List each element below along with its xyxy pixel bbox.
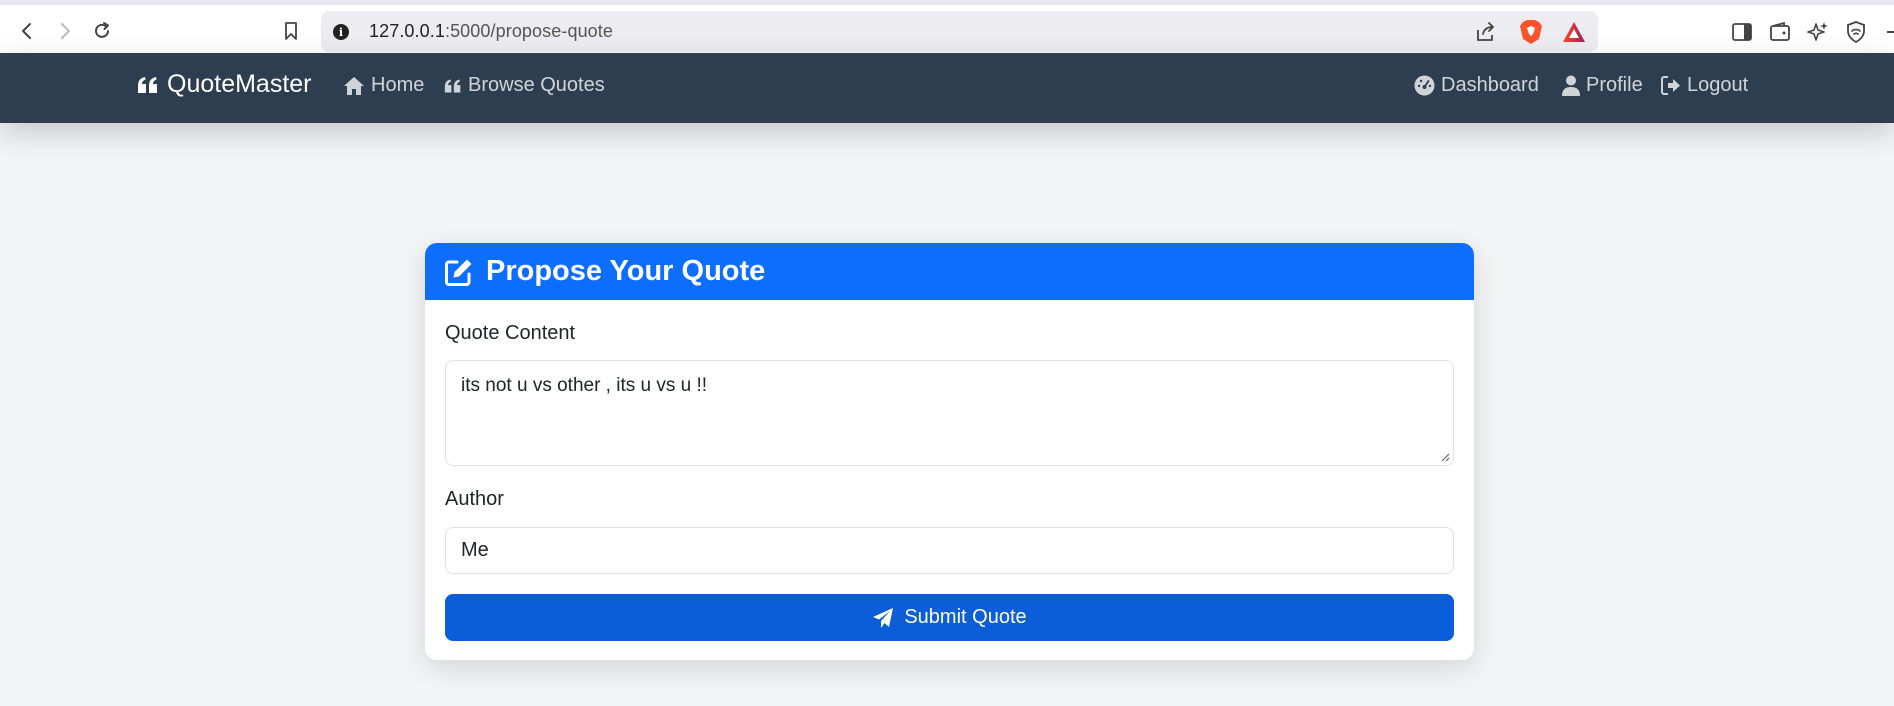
nav-dashboard-label: Dashboard bbox=[1441, 74, 1539, 96]
propose-quote-card: Propose Your Quote Quote Content its not… bbox=[425, 243, 1474, 660]
nav-browse-quotes-label: Browse Quotes bbox=[468, 74, 605, 96]
quote-content-value: its not u vs other , its u vs u !! bbox=[461, 375, 708, 396]
card-title: Propose Your Quote bbox=[486, 255, 766, 287]
site-info-icon[interactable]: i bbox=[333, 24, 349, 40]
dashboard-icon bbox=[1414, 75, 1435, 96]
quote-content-label: Quote Content bbox=[445, 322, 576, 344]
user-icon bbox=[1562, 75, 1580, 96]
nav-logout[interactable]: Logout bbox=[1661, 74, 1748, 97]
submit-quote-button[interactable]: Submit Quote bbox=[445, 594, 1454, 641]
leo-ai-icon[interactable] bbox=[1805, 19, 1831, 45]
logout-icon bbox=[1661, 76, 1680, 95]
brave-shield-icon[interactable] bbox=[1518, 19, 1544, 45]
back-icon[interactable] bbox=[13, 17, 41, 45]
extensions-icon[interactable] bbox=[1879, 19, 1894, 45]
quote-icon bbox=[444, 78, 461, 93]
paper-plane-icon bbox=[873, 607, 894, 628]
app-navbar: QuoteMaster Home Browse Quotes Dashboard… bbox=[0, 53, 1894, 123]
author-value: Me bbox=[461, 539, 489, 561]
author-label: Author bbox=[445, 488, 504, 510]
brand-name: QuoteMaster bbox=[167, 70, 312, 98]
author-input[interactable]: Me bbox=[445, 527, 1454, 574]
card-header: Propose Your Quote bbox=[425, 243, 1474, 300]
wallet-icon[interactable] bbox=[1767, 19, 1793, 45]
nav-browse-quotes[interactable]: Browse Quotes bbox=[444, 74, 605, 97]
quote-content-textarea[interactable]: its not u vs other , its u vs u !! bbox=[445, 360, 1454, 466]
reload-icon[interactable] bbox=[88, 17, 116, 45]
quote-left-icon bbox=[138, 76, 157, 93]
share-icon[interactable] bbox=[1473, 19, 1499, 45]
resize-handle-icon[interactable] bbox=[1440, 452, 1450, 462]
nav-profile-label: Profile bbox=[1586, 74, 1643, 96]
nav-dashboard[interactable]: Dashboard bbox=[1414, 74, 1539, 97]
nav-home[interactable]: Home bbox=[343, 74, 424, 97]
edit-icon bbox=[445, 259, 472, 286]
home-icon bbox=[344, 76, 364, 95]
address-bar-url[interactable]: 127.0.0.1:5000/propose-quote bbox=[369, 21, 613, 42]
vpn-icon[interactable] bbox=[1843, 19, 1869, 45]
submit-quote-label: Submit Quote bbox=[904, 606, 1027, 628]
brave-rewards-icon[interactable] bbox=[1561, 19, 1587, 45]
nav-profile[interactable]: Profile bbox=[1562, 74, 1643, 97]
nav-logout-label: Logout bbox=[1687, 74, 1749, 96]
browser-toolbar: i 127.0.0.1:5000/propose-quote bbox=[0, 0, 1894, 53]
brand-link[interactable]: QuoteMaster bbox=[137, 70, 312, 99]
bookmark-icon[interactable] bbox=[277, 17, 305, 45]
sidebar-icon[interactable] bbox=[1729, 19, 1755, 45]
forward-icon[interactable] bbox=[51, 17, 79, 45]
nav-home-label: Home bbox=[371, 74, 425, 96]
